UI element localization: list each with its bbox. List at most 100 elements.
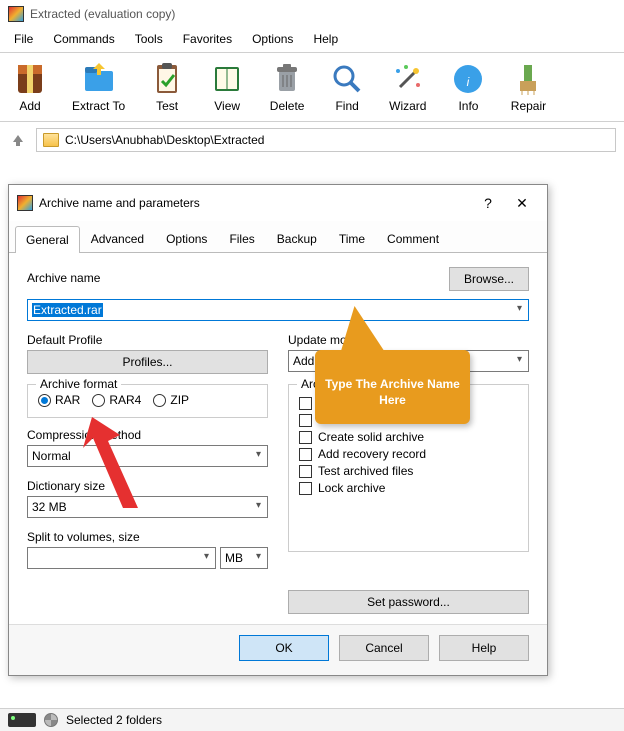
toolbar-wizard-label: Wizard	[389, 99, 426, 113]
tab-advanced[interactable]: Advanced	[80, 225, 155, 252]
checkbox-icon	[299, 448, 312, 461]
archive-name-label: Archive name	[27, 271, 100, 285]
radio-rar4[interactable]: RAR4	[92, 393, 141, 407]
toolbar-info-label: Info	[458, 99, 478, 113]
tab-backup[interactable]: Backup	[266, 225, 328, 252]
address-box[interactable]: C:\Users\Anubhab\Desktop\Extracted	[36, 128, 616, 152]
tab-options[interactable]: Options	[155, 225, 218, 252]
checkbox-solid-label: Create solid archive	[318, 430, 424, 444]
update-mode-label: Update mode	[288, 333, 529, 347]
archive-icon	[12, 61, 48, 97]
toolbar-delete-label: Delete	[270, 99, 305, 113]
checkbox-icon	[299, 465, 312, 478]
address-path: C:\Users\Anubhab\Desktop\Extracted	[65, 133, 264, 147]
menu-favorites[interactable]: Favorites	[175, 30, 240, 48]
dialog-body: Archive name Browse... Extracted.rar Def…	[9, 253, 547, 624]
trash-icon	[269, 61, 305, 97]
tab-comment[interactable]: Comment	[376, 225, 450, 252]
toolbar-extract[interactable]: Extract To	[60, 57, 137, 117]
toolbar-test[interactable]: Test	[137, 57, 197, 117]
compression-label: Compression method	[27, 428, 268, 442]
toolbar-find[interactable]: Find	[317, 57, 377, 117]
window-title: Extracted (evaluation copy)	[30, 7, 175, 21]
default-profile-label: Default Profile	[27, 333, 268, 347]
toolbar-wizard[interactable]: Wizard	[377, 57, 438, 117]
disk-icon	[44, 713, 58, 727]
checkbox-test[interactable]: Test archived files	[299, 464, 518, 478]
checkbox-recovery-label: Add recovery record	[318, 447, 426, 461]
clipboard-check-icon	[149, 61, 185, 97]
checkbox-icon	[299, 482, 312, 495]
checkbox-lock[interactable]: Lock archive	[299, 481, 518, 495]
menu-file[interactable]: File	[6, 30, 41, 48]
dialog-help-button[interactable]: ?	[471, 191, 505, 215]
radio-rar-label: RAR	[55, 393, 80, 407]
info-icon: i	[450, 61, 486, 97]
profiles-button[interactable]: Profiles...	[27, 350, 268, 374]
toolbar-info[interactable]: i Info	[438, 57, 498, 117]
dictionary-select[interactable]: 32 MB	[27, 496, 268, 518]
book-icon	[209, 61, 245, 97]
checkbox-solid[interactable]: Create solid archive	[299, 430, 518, 444]
brush-icon	[510, 61, 546, 97]
split-label: Split to volumes, size	[27, 530, 268, 544]
folder-extract-icon	[81, 61, 117, 97]
status-bar: Selected 2 folders	[0, 708, 624, 731]
archive-dialog: Archive name and parameters ? ✕ General …	[8, 184, 548, 676]
split-unit-select[interactable]: MB	[220, 547, 268, 569]
menu-bar: File Commands Tools Favorites Options He…	[0, 28, 624, 52]
app-icon	[8, 6, 24, 22]
toolbar-extract-label: Extract To	[72, 99, 125, 113]
toolbar-view-label: View	[214, 99, 240, 113]
dictionary-label: Dictionary size	[27, 479, 268, 493]
radio-dot-icon	[38, 394, 51, 407]
checkbox-icon	[299, 414, 312, 427]
menu-tools[interactable]: Tools	[127, 30, 171, 48]
status-text: Selected 2 folders	[66, 713, 162, 727]
radio-dot-icon	[92, 394, 105, 407]
split-size-input[interactable]	[27, 547, 216, 569]
checkbox-recovery[interactable]: Add recovery record	[299, 447, 518, 461]
wand-icon	[390, 61, 426, 97]
radio-zip[interactable]: ZIP	[153, 393, 189, 407]
archive-name-value: Extracted.rar	[32, 303, 103, 317]
set-password-button[interactable]: Set password...	[288, 590, 529, 614]
tab-general[interactable]: General	[15, 226, 80, 253]
svg-text:i: i	[467, 75, 470, 89]
menu-help[interactable]: Help	[305, 30, 346, 48]
cancel-button[interactable]: Cancel	[339, 635, 429, 661]
help-button[interactable]: Help	[439, 635, 529, 661]
toolbar-find-label: Find	[335, 99, 358, 113]
toolbar-repair-label: Repair	[511, 99, 546, 113]
archive-format-label: Archive format	[36, 377, 121, 391]
up-button[interactable]	[8, 130, 28, 150]
ok-button[interactable]: OK	[239, 635, 329, 661]
toolbar-add[interactable]: Add	[0, 57, 60, 117]
menu-options[interactable]: Options	[244, 30, 301, 48]
magnifier-icon	[329, 61, 365, 97]
dialog-close-button[interactable]: ✕	[505, 191, 539, 215]
toolbar-repair[interactable]: Repair	[498, 57, 558, 117]
drive-icon	[8, 713, 36, 727]
archive-format-fieldset: Archive format RAR RAR4 ZIP	[27, 384, 268, 418]
radio-zip-label: ZIP	[170, 393, 189, 407]
tab-files[interactable]: Files	[218, 225, 265, 252]
tab-time[interactable]: Time	[328, 225, 376, 252]
toolbar-add-label: Add	[19, 99, 40, 113]
radio-rar[interactable]: RAR	[38, 393, 80, 407]
toolbar-view[interactable]: View	[197, 57, 257, 117]
checkbox-icon	[299, 397, 312, 410]
callout-text: Type The Archive Name Here	[325, 376, 460, 408]
archive-name-input[interactable]: Extracted.rar	[27, 299, 529, 321]
toolbar-delete[interactable]: Delete	[257, 57, 317, 117]
dialog-button-row: OK Cancel Help	[9, 624, 547, 675]
address-row: C:\Users\Anubhab\Desktop\Extracted	[0, 122, 624, 158]
menu-commands[interactable]: Commands	[45, 30, 122, 48]
toolbar: Add Extract To Test View Delete Find W	[0, 52, 624, 122]
dialog-title: Archive name and parameters	[39, 196, 471, 210]
dialog-app-icon	[17, 195, 33, 211]
browse-button[interactable]: Browse...	[449, 267, 529, 291]
radio-rar4-label: RAR4	[109, 393, 141, 407]
toolbar-test-label: Test	[156, 99, 178, 113]
compression-select[interactable]: Normal	[27, 445, 268, 467]
